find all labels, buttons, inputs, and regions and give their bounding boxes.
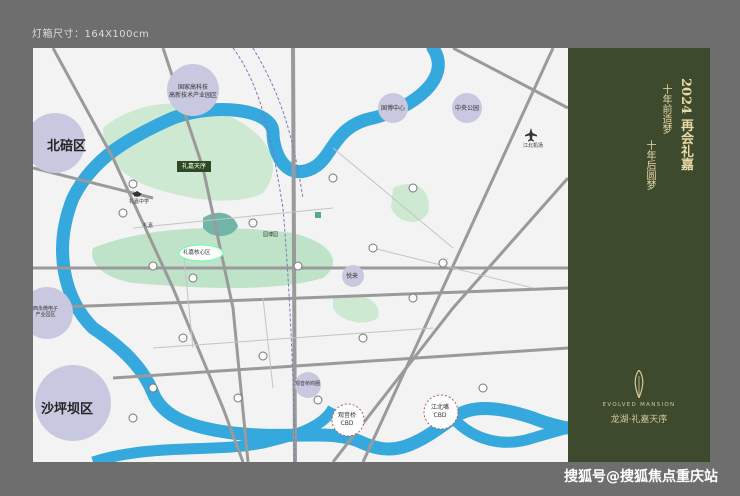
airport-icon <box>525 128 537 142</box>
label-airport: 江北机场 <box>523 143 544 149</box>
brand-logo-icon <box>634 370 644 398</box>
panel-slogan-2: 十年后圆梦 <box>644 140 655 190</box>
brand-panel: 2024 再会礼嘉 十年前造梦 十年后圆梦 EVOLVED MANSION 龙湖… <box>568 48 710 462</box>
district-beibei: 北碚区 <box>47 139 87 154</box>
map-board: 北碚区 沙坪坝区 国家高科技 高新技术产业园区 西永微电子 产业园区 国博中心 … <box>33 48 710 462</box>
label-central-park: 中央公园 <box>455 105 480 112</box>
brand-en: EVOLVED MANSION <box>602 402 676 408</box>
label-station-lijia: 礼嘉 <box>143 223 154 229</box>
label-jiangbeizui-cbd: 江北嘴 CBD <box>431 404 450 419</box>
brand-cn: 龙湖·礼嘉天序 <box>610 415 668 425</box>
label-high-tech: 国家高科技 高新技术产业园区 <box>169 84 218 99</box>
label-school: 礼嘉中学 <box>129 199 150 205</box>
project-marker[interactable]: 礼嘉天序 <box>177 161 211 172</box>
board-size-caption: 灯箱尺寸：164X100cm <box>32 29 150 40</box>
green-zone-south <box>333 294 379 323</box>
map-canvas <box>33 48 568 462</box>
label-guanyin-cbd: 观音桥 CBD <box>338 412 357 427</box>
metro-icon <box>315 212 321 218</box>
label-commerce: 观音桥商圈 <box>295 381 321 387</box>
label-yuelai: 悦来 <box>346 273 359 280</box>
watermark: 搜狐号@搜狐焦点重庆站 <box>564 469 718 485</box>
label-lijia-core: 礼嘉核心区 <box>183 250 211 256</box>
panel-slogan-1: 十年前造梦 <box>660 84 671 134</box>
label-station-garden: 园博园 <box>263 232 279 238</box>
panel-year-title: 2024 再会礼嘉 <box>678 78 693 171</box>
label-guoda: 国博中心 <box>381 105 406 112</box>
label-west-science: 西永微电子 产业园区 <box>33 306 59 319</box>
district-shapingba: 沙坪坝区 <box>41 402 94 417</box>
